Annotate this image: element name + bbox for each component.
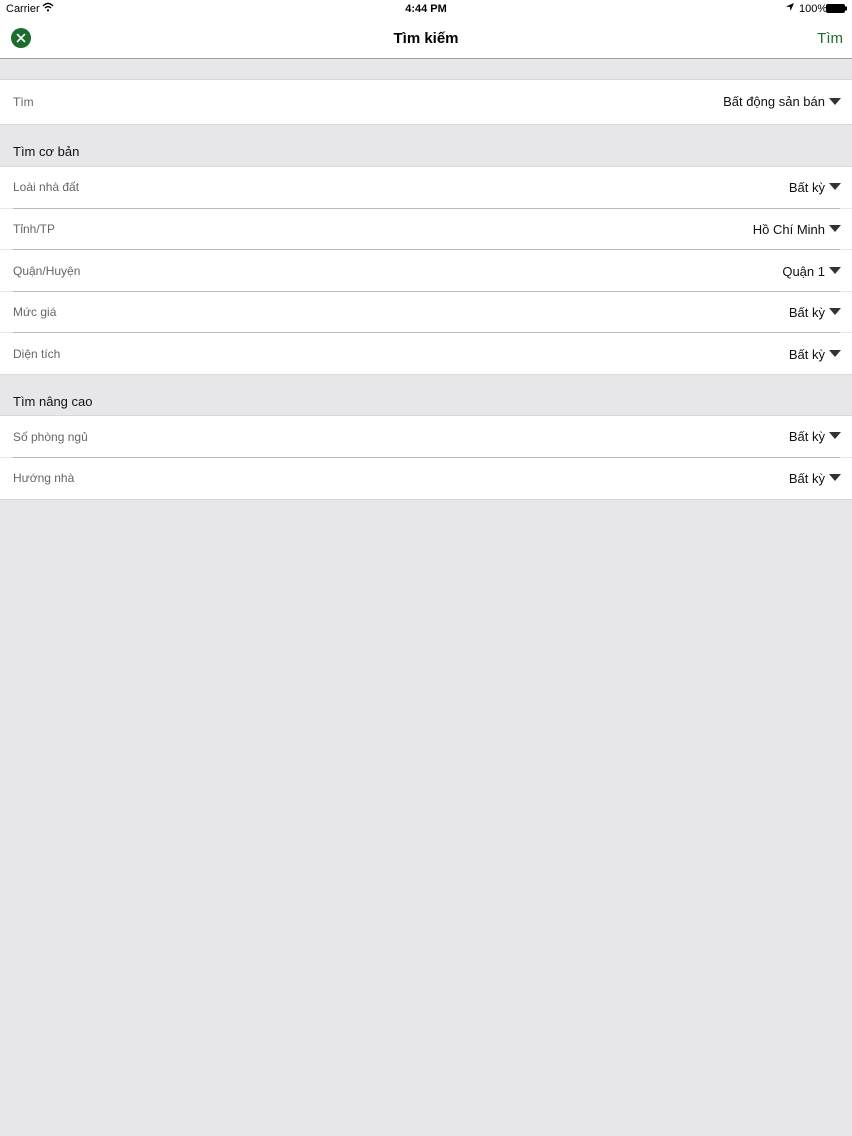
battery-icon [826,4,847,13]
search-type-row[interactable]: Tìm Bất động sản bán [0,80,852,124]
dropdown-arrow-icon [829,308,841,315]
province-row[interactable]: Tỉnh/TP Hồ Chí Minh [0,209,852,249]
dropdown-arrow-icon [829,267,841,274]
row-value: Bất kỳ [788,305,825,320]
area-row[interactable]: Diện tích Bất kỳ [0,333,852,374]
search-button[interactable]: Tìm [817,30,843,47]
search-type-label: Tìm [13,95,34,109]
dropdown-arrow-icon [829,183,841,190]
row-value: Bất kỳ [788,471,825,486]
divider [0,374,852,375]
house-direction-row[interactable]: Hướng nhà Bất kỳ [0,458,852,499]
row-label: Tỉnh/TP [13,222,56,236]
row-value: Bất kỳ [788,347,825,362]
dropdown-arrow-icon [829,432,841,439]
row-label: Quận/Huyện [13,264,81,278]
dropdown-arrow-icon [829,474,841,481]
nav-bar: Tìm kiếm Tìm [0,18,852,59]
page-title: Tìm kiếm [393,30,459,47]
row-value: Hồ Chí Minh [752,222,825,237]
row-label: Số phòng ngủ [13,430,88,444]
dropdown-arrow-icon [829,98,841,105]
row-label: Loài nhà đất [13,180,80,194]
row-label: Diện tích [13,347,61,361]
basic-section-header: Tìm cơ bản [13,144,80,159]
dropdown-arrow-icon [829,225,841,232]
advanced-section-header: Tìm nâng cao [13,394,93,409]
divider [0,124,852,125]
battery-percent: 100% [799,3,828,15]
dropdown-arrow-icon [829,350,841,357]
location-arrow-icon [785,2,795,15]
row-label: Hướng nhà [13,471,75,485]
row-label: Mức giá [13,305,57,319]
district-row[interactable]: Quận/Huyện Quận 1 [0,250,852,291]
status-time: 4:44 PM [405,3,447,15]
price-row[interactable]: Mức giá Bất kỳ [0,292,852,332]
divider [0,499,852,500]
bedrooms-row[interactable]: Số phòng ngủ Bất kỳ [0,416,852,457]
property-type-row[interactable]: Loài nhà đất Bất kỳ [0,167,852,208]
row-value: Bất kỳ [788,429,825,444]
row-value: Bất kỳ [788,180,825,195]
search-type-value: Bất động sản bán [723,94,825,109]
row-value: Quận 1 [782,264,825,279]
status-bar: Carrier 4:44 PM 100% [0,0,852,18]
